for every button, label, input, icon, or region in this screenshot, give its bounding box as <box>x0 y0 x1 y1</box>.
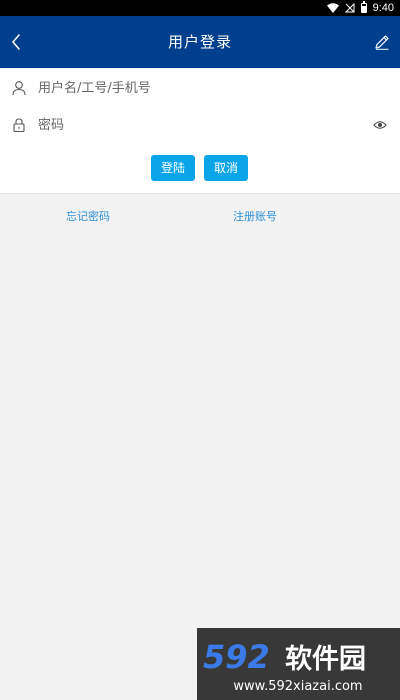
eye-icon <box>373 121 387 129</box>
status-time: 9:40 <box>372 2 394 14</box>
app-header: 用户登录 <box>0 16 400 68</box>
user-icon <box>12 81 26 96</box>
register-account-link[interactable]: 注册账号 <box>233 208 277 224</box>
watermark-brand: 592 软件园 <box>203 638 366 676</box>
toggle-password-visibility-button[interactable] <box>372 117 388 133</box>
pencil-icon <box>375 35 389 50</box>
watermark-url: www.592xiazai.com <box>233 679 362 694</box>
password-input[interactable] <box>38 112 358 138</box>
login-button[interactable]: 登陆 <box>151 155 195 181</box>
divider <box>0 193 400 194</box>
cancel-button[interactable]: 取消 <box>204 155 248 181</box>
svg-text:软件园: 软件园 <box>285 644 366 675</box>
lock-icon <box>13 118 25 133</box>
battery-icon <box>360 1 367 13</box>
status-bar: 9:40 <box>0 0 400 16</box>
no-signal-icon <box>344 3 355 13</box>
watermark-logo: 592 软件园 www.592xiazai.com <box>197 628 400 700</box>
wifi-icon <box>326 3 339 13</box>
page-title: 用户登录 <box>167 33 232 51</box>
username-input[interactable] <box>38 75 358 101</box>
password-row <box>0 107 400 143</box>
forgot-password-link[interactable]: 忘记密码 <box>66 208 110 224</box>
svg-text:592: 592 <box>203 638 270 676</box>
edit-button[interactable] <box>372 32 392 52</box>
login-form: 登陆 取消 <box>0 68 400 194</box>
status-icons: 9:40 <box>326 0 394 16</box>
username-row <box>0 70 400 106</box>
